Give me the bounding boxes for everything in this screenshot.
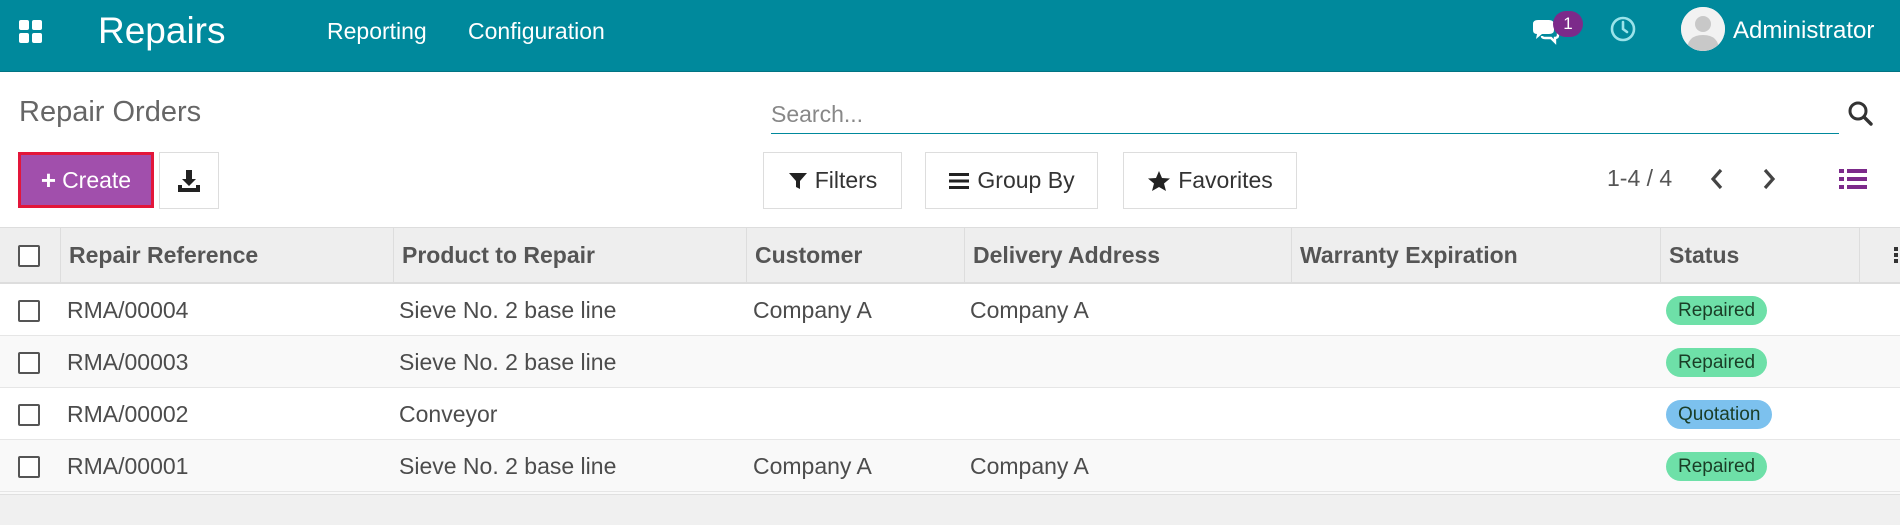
status-badge: Repaired: [1666, 296, 1768, 325]
avatar-icon[interactable]: [1681, 7, 1725, 51]
group-by-label: Group By: [977, 167, 1075, 193]
control-panel: Repair Orders + Create Filters Group By …: [0, 72, 1900, 227]
column-options-icon[interactable]: [1892, 245, 1900, 265]
cell-customer: Company A: [753, 297, 872, 323]
cell-product: Sieve No. 2 base line: [399, 297, 617, 323]
search-bar: [771, 97, 1839, 134]
top-navbar: Repairs Reporting Configuration 1 Admini…: [0, 0, 1900, 72]
column-header-status[interactable]: Status: [1660, 228, 1859, 283]
row-checkbox[interactable]: [18, 404, 40, 426]
clock-icon[interactable]: [1609, 15, 1637, 43]
table-row[interactable]: RMA/00003 Sieve No. 2 base line Repaired: [0, 336, 1900, 388]
cell-reference: RMA/00003: [67, 349, 189, 375]
filters-label: Filters: [814, 167, 878, 193]
status-badge: Quotation: [1666, 400, 1773, 429]
plus-icon: +: [40, 164, 57, 195]
cell-product: Sieve No. 2 base line: [399, 349, 617, 375]
cell-delivery: Company A: [970, 297, 1089, 323]
user-name[interactable]: Administrator: [1733, 17, 1874, 45]
page-title: Repair Orders: [19, 96, 202, 128]
chevron-left-icon[interactable]: [1706, 165, 1728, 193]
status-badge: Repaired: [1666, 348, 1768, 377]
list-view-icon[interactable]: [1838, 164, 1868, 194]
header-select-cell: [0, 228, 60, 283]
chevron-right-icon[interactable]: [1758, 165, 1780, 193]
cell-product: Conveyor: [399, 401, 498, 427]
table-header: Repair Reference Product to Repair Custo…: [0, 227, 1900, 284]
favorites-label: Favorites: [1178, 167, 1273, 193]
star-icon: [1148, 170, 1171, 191]
app-name[interactable]: Repairs: [98, 10, 226, 52]
menu-item-reporting[interactable]: Reporting: [327, 18, 427, 45]
cell-delivery: Company A: [970, 453, 1089, 479]
create-button[interactable]: + Create: [18, 152, 154, 208]
table-row[interactable]: RMA/00001 Sieve No. 2 base line Company …: [0, 440, 1900, 492]
download-icon: [178, 169, 200, 192]
group-by-icon: [949, 172, 970, 189]
create-button-label: Create: [62, 166, 132, 193]
select-all-checkbox[interactable]: [18, 245, 40, 267]
filter-icon: [788, 172, 807, 189]
column-header-delivery-address[interactable]: Delivery Address: [964, 228, 1291, 283]
download-button[interactable]: [159, 152, 219, 209]
column-header-warranty-expiration[interactable]: Warranty Expiration: [1291, 228, 1660, 283]
cell-reference: RMA/00001: [67, 453, 189, 479]
menu-item-configuration[interactable]: Configuration: [468, 18, 605, 45]
list-footer: [0, 494, 1900, 525]
column-header-product[interactable]: Product to Repair: [393, 228, 746, 283]
row-checkbox[interactable]: [18, 456, 40, 478]
column-header-repair-reference[interactable]: Repair Reference: [60, 228, 393, 283]
pager-value[interactable]: 1-4 / 4: [1607, 165, 1672, 192]
table-row[interactable]: RMA/00002 Conveyor Quotation: [0, 388, 1900, 440]
search-icon[interactable]: [1846, 99, 1874, 127]
cell-customer: Company A: [753, 453, 872, 479]
cell-reference: RMA/00002: [67, 401, 189, 427]
status-badge: Repaired: [1666, 452, 1768, 481]
group-by-button[interactable]: Group By: [925, 152, 1098, 209]
column-header-customer[interactable]: Customer: [746, 228, 964, 283]
search-input[interactable]: [771, 97, 1831, 131]
apps-grid-icon[interactable]: [19, 20, 43, 44]
filters-button[interactable]: Filters: [763, 152, 902, 209]
cell-product: Sieve No. 2 base line: [399, 453, 617, 479]
row-checkbox[interactable]: [18, 352, 40, 374]
row-checkbox[interactable]: [18, 300, 40, 322]
message-count-badge[interactable]: 1: [1553, 11, 1583, 37]
favorites-button[interactable]: Favorites: [1123, 152, 1297, 209]
table-row[interactable]: RMA/00004 Sieve No. 2 base line Company …: [0, 284, 1900, 336]
cell-reference: RMA/00004: [67, 297, 189, 323]
